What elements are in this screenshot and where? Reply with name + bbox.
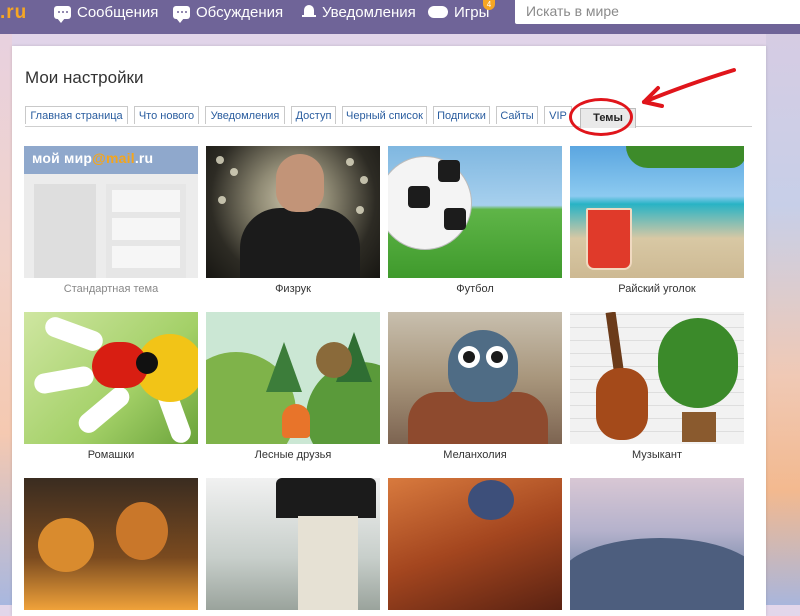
theme-musician[interactable]: Музыкант	[570, 312, 744, 461]
theme-label: Стандартная тема	[63, 283, 159, 295]
theme-label: Футбол	[456, 283, 494, 295]
theme-thumbnail[interactable]	[388, 478, 562, 610]
nav-discussions-label: Обсуждения	[196, 3, 284, 21]
theme-chocolate[interactable]	[388, 478, 562, 610]
search-input[interactable]: Искать в мире	[515, 0, 800, 24]
theme-label: Музыкант	[631, 449, 683, 461]
theme-thumbnail[interactable]: мой мир@mail.ru	[24, 146, 198, 278]
theme-label: Меланхолия	[443, 449, 507, 461]
theme-thumbnail[interactable]	[206, 478, 380, 610]
bell-icon	[302, 4, 316, 20]
nav-games[interactable]: Игры	[428, 0, 489, 24]
moymir-logo: мой мир@mail.ru	[32, 150, 154, 166]
theme-thumbnail[interactable]	[388, 146, 562, 278]
theme-forest-friends[interactable]: Лесные друзья	[206, 312, 380, 461]
theme-thumbnail[interactable]	[206, 146, 380, 278]
top-navigation-bar: .ru Сообщения Обсуждения Уведомления Игр…	[0, 0, 800, 34]
theme-thumbnail[interactable]	[570, 478, 744, 610]
background-left	[0, 34, 12, 605]
theme-thumbnail[interactable]	[388, 312, 562, 444]
page-title: Мои настройки	[25, 68, 144, 87]
theme-mountains[interactable]	[570, 478, 744, 610]
tab-subscriptions[interactable]: Подписки	[433, 106, 490, 124]
discussion-icon	[173, 5, 190, 23]
theme-thumbnail[interactable]	[24, 478, 198, 610]
theme-paradise[interactable]: Райский уголок	[570, 146, 744, 295]
gamepad-icon	[428, 6, 448, 18]
nav-messages-label: Сообщения	[77, 3, 159, 21]
settings-panel: Мои настройки Главная страница Что новог…	[12, 46, 766, 616]
theme-creatures[interactable]	[24, 478, 198, 610]
tab-main-page[interactable]: Главная страница	[25, 106, 128, 124]
theme-thumbnail[interactable]	[24, 312, 198, 444]
theme-football[interactable]: Футбол	[388, 146, 562, 295]
theme-thumbnail[interactable]	[570, 312, 744, 444]
tab-sites[interactable]: Сайты	[496, 106, 538, 124]
theme-label: Райский уголок	[618, 283, 696, 295]
nav-notifications[interactable]: Уведомления	[302, 0, 416, 24]
annotation-arrow-icon	[642, 68, 736, 108]
theme-thumbnail[interactable]	[570, 146, 744, 278]
chat-icon	[54, 5, 71, 23]
theme-fizruk[interactable]: Физрук	[206, 146, 380, 295]
tab-notifications[interactable]: Уведомления	[205, 106, 285, 124]
theme-noir[interactable]	[206, 478, 380, 610]
theme-standard[interactable]: мой мир@mail.ru Стандартная тема	[24, 146, 198, 295]
theme-chamomile[interactable]: Ромашки	[24, 312, 198, 461]
theme-label: Лесные друзья	[254, 449, 332, 461]
tab-blacklist[interactable]: Черный список	[342, 106, 427, 124]
tab-vip[interactable]: VIP	[544, 106, 572, 124]
tab-whats-new[interactable]: Что нового	[134, 106, 199, 124]
nav-discussions[interactable]: Обсуждения	[173, 0, 283, 24]
theme-thumbnail[interactable]	[206, 312, 380, 444]
nav-notifications-label: Уведомления	[322, 3, 416, 21]
theme-label: Ромашки	[87, 449, 135, 461]
theme-melancholy[interactable]: Меланхолия	[388, 312, 562, 461]
theme-label: Физрук	[275, 283, 311, 295]
tab-access[interactable]: Доступ	[291, 106, 336, 124]
annotation-circle	[569, 98, 633, 136]
nav-messages[interactable]: Сообщения	[54, 0, 158, 24]
site-logo[interactable]: .ru	[0, 2, 27, 24]
background-right	[766, 34, 800, 605]
games-count-badge: 4	[483, 0, 495, 10]
